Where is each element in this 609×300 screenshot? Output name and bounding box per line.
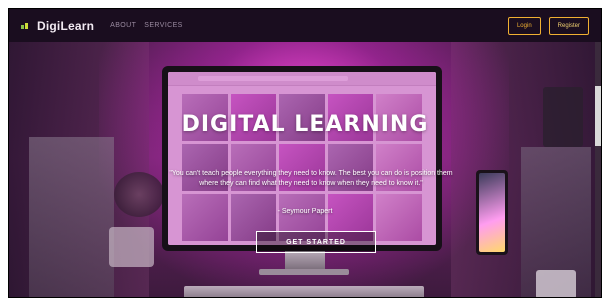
monitor-screen <box>168 72 436 245</box>
get-started-button[interactable]: GET STARTED <box>256 231 376 253</box>
background-shelf-left <box>29 137 114 297</box>
register-button[interactable]: Register <box>548 16 589 35</box>
background-pot <box>109 227 154 267</box>
background-keyboard <box>184 286 424 297</box>
screen-tint <box>168 72 436 245</box>
nav-links: ABOUT SERVICES <box>110 22 183 29</box>
hero-quote: "You can't teach people everything they … <box>169 170 453 187</box>
logo-icon <box>21 22 31 29</box>
scrollbar-thumb[interactable] <box>595 86 601 146</box>
nav-link-about[interactable]: ABOUT <box>110 22 136 29</box>
hero-section: DIGITAL LEARNING "You can't teach people… <box>9 42 601 297</box>
monitor-stand <box>285 251 325 271</box>
login-button[interactable]: Login <box>507 16 541 35</box>
background-monitor <box>162 66 442 251</box>
hero-title: DIGITAL LEARNING <box>181 112 429 137</box>
brand[interactable]: DigiLearn <box>21 19 94 33</box>
nav-actions: Login Register <box>507 16 589 35</box>
navbar: DigiLearn ABOUT SERVICES Login Register <box>9 9 601 42</box>
monitor-base <box>259 269 349 275</box>
background-mug <box>536 270 576 297</box>
brand-name[interactable]: DigiLearn <box>37 19 94 33</box>
nav-link-services[interactable]: SERVICES <box>144 22 182 29</box>
scrollbar[interactable] <box>595 42 601 297</box>
page-frame: DigiLearn ABOUT SERVICES Login Register <box>8 8 602 298</box>
quote-author: - Seymour Papert <box>277 208 333 215</box>
